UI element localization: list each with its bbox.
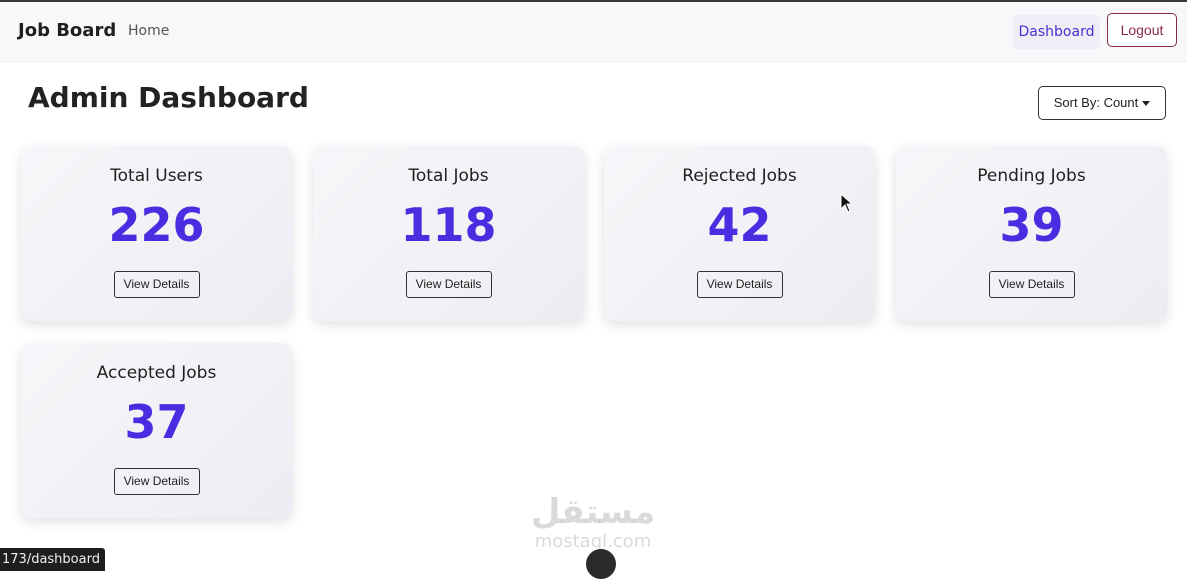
brand-link[interactable]: Job Board — [18, 20, 116, 41]
stat-card-pending-jobs: Pending Jobs 39 View Details — [896, 146, 1167, 321]
card-value: 37 — [124, 395, 189, 449]
floating-badge-icon[interactable] — [586, 549, 616, 579]
card-title: Accepted Jobs — [96, 363, 217, 383]
view-details-button[interactable]: View Details — [405, 271, 492, 298]
stat-card-total-users: Total Users 226 View Details — [21, 146, 292, 321]
stat-card-accepted-jobs: Accepted Jobs 37 View Details — [21, 343, 292, 518]
card-title: Total Jobs — [408, 166, 489, 186]
status-bar-url: 173/dashboard — [0, 548, 105, 571]
card-value: 42 — [707, 198, 772, 252]
card-value: 39 — [999, 198, 1064, 252]
nav-home-link[interactable]: Home — [128, 23, 169, 39]
page-title: Admin Dashboard — [28, 81, 309, 114]
view-details-button[interactable]: View Details — [113, 271, 200, 298]
view-details-button[interactable]: View Details — [988, 271, 1075, 298]
sort-dropdown[interactable]: Sort By: Count — [1038, 86, 1166, 120]
view-details-button[interactable]: View Details — [696, 271, 783, 298]
card-value: 118 — [400, 198, 497, 252]
stat-card-rejected-jobs: Rejected Jobs 42 View Details — [604, 146, 875, 321]
card-title: Rejected Jobs — [682, 166, 797, 186]
stat-card-total-jobs: Total Jobs 118 View Details — [313, 146, 584, 321]
card-value: 226 — [108, 198, 205, 252]
logout-button[interactable]: Logout — [1107, 13, 1177, 47]
watermark-arabic: مستقل — [530, 492, 656, 532]
mouse-cursor-icon — [840, 193, 854, 213]
navbar: Job Board Home Dashboard Logout — [0, 2, 1187, 62]
watermark-logo: مستقل mostaql.com — [522, 492, 664, 556]
sort-dropdown-label: Sort By: Count — [1053, 95, 1139, 110]
card-title: Pending Jobs — [977, 166, 1086, 186]
nav-dashboard-link[interactable]: Dashboard — [1013, 15, 1100, 49]
watermark-latin: mostaql.com — [534, 531, 652, 552]
view-details-button[interactable]: View Details — [113, 468, 200, 495]
card-title: Total Users — [110, 166, 203, 186]
caret-down-icon — [1142, 101, 1151, 107]
